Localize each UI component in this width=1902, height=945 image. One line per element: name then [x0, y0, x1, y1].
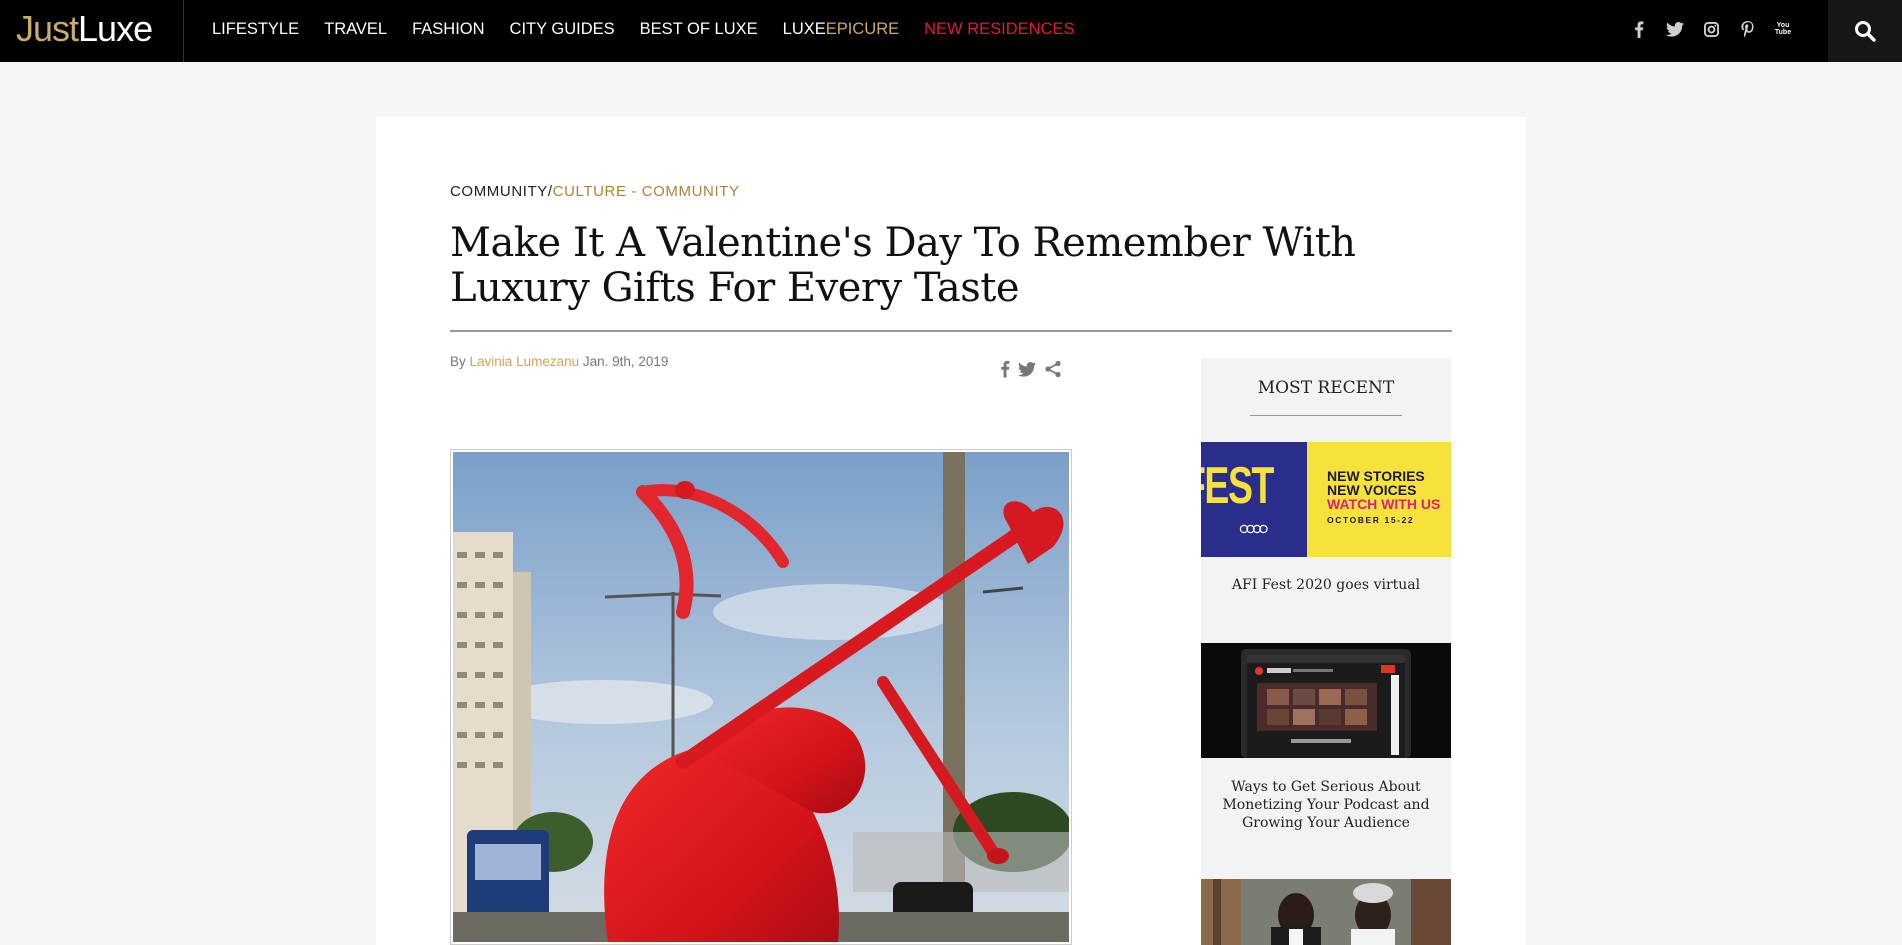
- youtube-icon[interactable]: You Tube: [1774, 20, 1792, 38]
- instagram-icon[interactable]: [1702, 20, 1720, 38]
- justluxe-logo[interactable]: JustLuxe: [16, 7, 153, 51]
- recent-item-image-third[interactable]: [1201, 879, 1451, 945]
- recent-item-caption-afi-fest[interactable]: AFI Fest 2020 goes virtual: [1221, 576, 1431, 594]
- breadcrumb-culture-community[interactable]: CULTURE - COMMUNITY: [553, 183, 740, 200]
- afi-fest-image-left: FEST: [1201, 442, 1307, 557]
- article-card: COMMUNITY/CULTURE - COMMUNITY Make It A …: [376, 117, 1526, 945]
- recent-item-caption-podcast[interactable]: Ways to Get Serious About Monetizing You…: [1221, 778, 1431, 832]
- recent-item-image-afi-fest[interactable]: FEST NEW STORIES NEW VOICES WATCH WITH U…: [1201, 442, 1451, 557]
- logo-luxe: Luxe: [78, 8, 153, 49]
- main-nav: LIFESTYLE TRAVEL FASHION CITY GUIDES BES…: [212, 0, 1074, 58]
- nav-luxeepicure-epicure: EPICURE: [825, 19, 900, 38]
- publish-date: Jan. 9th, 2019: [582, 354, 669, 369]
- pinterest-icon[interactable]: [1738, 20, 1756, 38]
- nav-travel[interactable]: TRAVEL: [324, 20, 387, 39]
- nav-luxeepicure[interactable]: LUXEEPICURE: [783, 20, 899, 39]
- nav-city-guides[interactable]: CITY GUIDES: [510, 20, 615, 39]
- nav-luxeepicure-luxe: LUXE: [782, 19, 826, 38]
- nav-lifestyle[interactable]: LIFESTYLE: [212, 20, 299, 39]
- breadcrumb-community[interactable]: COMMUNITY: [450, 183, 548, 200]
- nav-new-residences[interactable]: NEW RESIDENCES: [924, 20, 1074, 39]
- article-byline: By Lavinia Lumezanu Jan. 9th, 2019: [450, 354, 668, 369]
- logo-just: Just: [16, 8, 79, 49]
- search-button[interactable]: [1828, 0, 1902, 62]
- logo-divider: [183, 0, 184, 62]
- most-recent-sidebar: MOST RECENT FEST NEW STORIES NEW VOICES …: [1201, 358, 1451, 945]
- social-links: You Tube: [1630, 0, 1792, 58]
- share-icon[interactable]: [1044, 360, 1062, 378]
- afi-image-line1: NEW STORIES: [1327, 468, 1425, 484]
- top-navigation-bar: JustLuxe LIFESTYLE TRAVEL FASHION CITY G…: [0, 0, 1902, 62]
- author-link[interactable]: Lavinia Lumezanu: [470, 354, 580, 369]
- article-hero-image: [450, 449, 1072, 945]
- youtube-icon-top: You: [1776, 22, 1790, 29]
- facebook-icon[interactable]: [1000, 360, 1010, 378]
- share-icons: [1000, 360, 1062, 378]
- sidebar-title-underline: [1250, 415, 1402, 416]
- title-divider: [450, 330, 1452, 332]
- afi-image-line2: NEW VOICES: [1327, 482, 1417, 498]
- audi-rings-icon: [1239, 524, 1268, 534]
- afi-image-line3: WATCH WITH US: [1327, 496, 1441, 512]
- afi-image-line4: OCTOBER 15-22: [1327, 515, 1415, 525]
- recent-item-image-podcast[interactable]: [1201, 643, 1451, 758]
- twitter-icon[interactable]: [1666, 20, 1684, 38]
- twitter-icon[interactable]: [1018, 361, 1036, 377]
- afi-fest-image-right: NEW STORIES NEW VOICES WATCH WITH US OCT…: [1307, 442, 1451, 557]
- sidebar-title: MOST RECENT: [1257, 378, 1395, 398]
- article-title: Make It A Valentine's Day To Remember Wi…: [450, 220, 1356, 311]
- nav-best-of-luxe[interactable]: BEST OF LUXE: [640, 20, 758, 39]
- facebook-icon[interactable]: [1630, 20, 1648, 38]
- search-icon: [1855, 21, 1876, 42]
- youtube-icon-bottom: Tube: [1774, 29, 1792, 36]
- nav-fashion[interactable]: FASHION: [412, 20, 484, 39]
- afi-fest-wordmark: FEST: [1201, 457, 1274, 515]
- breadcrumb: COMMUNITY/CULTURE - COMMUNITY: [450, 183, 740, 200]
- byline-by: By: [450, 354, 466, 369]
